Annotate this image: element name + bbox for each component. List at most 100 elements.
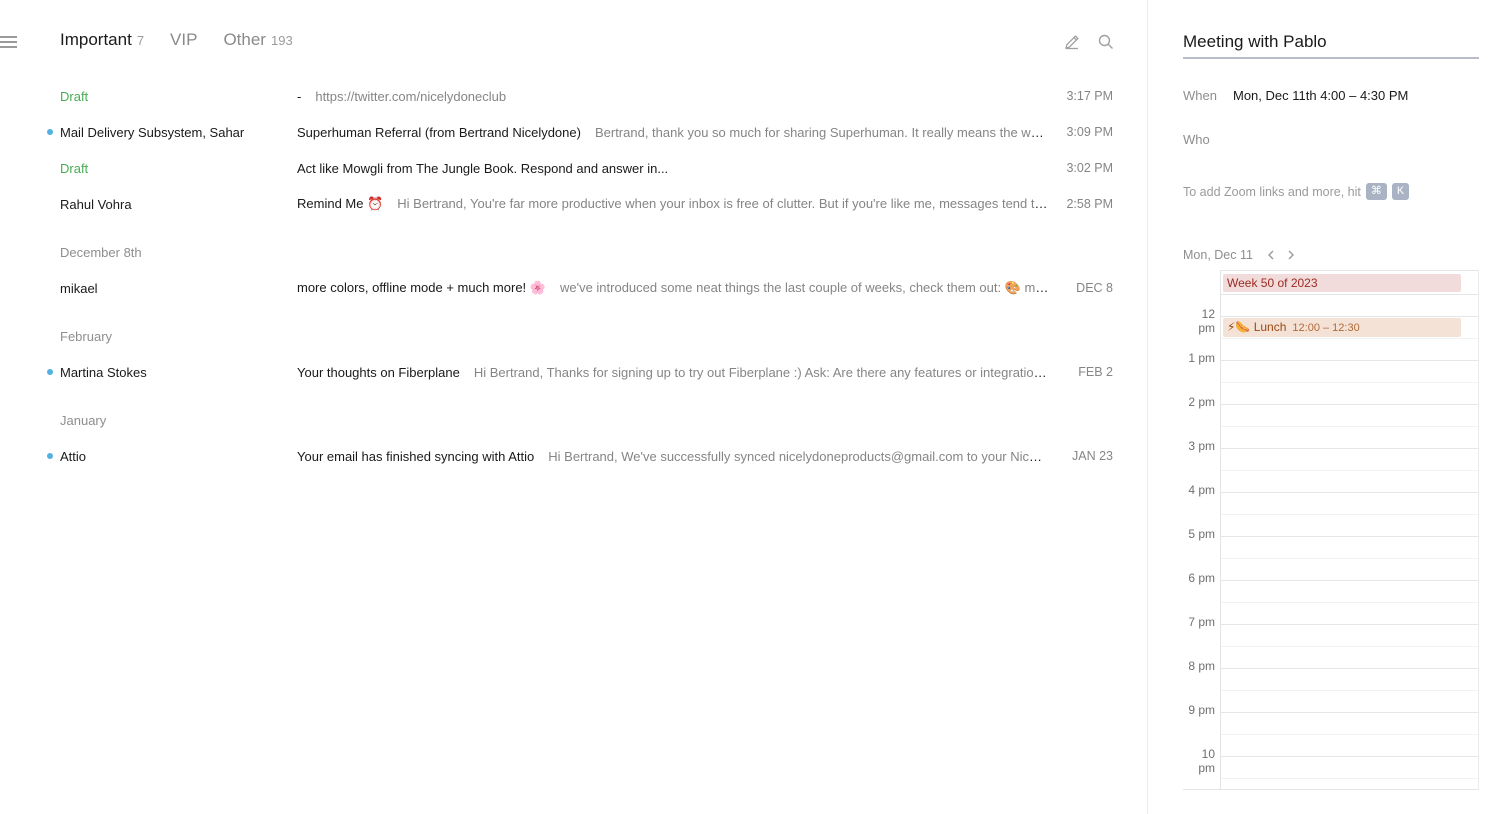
email-preview: Hi Bertrand, Thanks for signing up to tr… — [473, 364, 1049, 380]
email-time: 3:09 PM — [1066, 125, 1113, 139]
half-hour-gridline — [1221, 558, 1478, 559]
hour-gridline — [1221, 316, 1478, 317]
hour-label: 10 pm — [1198, 747, 1215, 775]
tab-vip-label: VIP — [170, 30, 198, 49]
email-row[interactable]: Attio Your email has finished syncing wit… — [0, 438, 1147, 474]
email-summary: Act like Mowgli from The Jungle Book. Re… — [297, 161, 1049, 176]
hour-gridline — [1221, 668, 1478, 669]
half-hour-gridline — [1221, 426, 1478, 427]
inbox-tabs: Important 7 VIP Other 193 — [60, 30, 319, 50]
half-hour-gridline — [1221, 690, 1478, 691]
email-row[interactable]: Rahul Vohra Remind Me ⏰ Hi Bertrand, You'r… — [0, 186, 1147, 222]
zoom-hint-text: To add Zoom links and more, hit — [1183, 184, 1361, 199]
hour-gridline — [1221, 360, 1478, 361]
half-hour-gridline — [1221, 382, 1478, 383]
hour-label: 2 pm — [1188, 395, 1215, 409]
unread-dot-icon — [47, 453, 53, 459]
hour-label: 4 pm — [1188, 483, 1215, 497]
hamburger-menu-icon[interactable] — [0, 34, 18, 50]
date-group-label: January — [60, 413, 107, 428]
tab-other-label: Other — [223, 30, 266, 49]
tab-vip[interactable]: VIP — [170, 30, 197, 50]
hour-gridline — [1221, 712, 1478, 713]
email-time: 3:17 PM — [1066, 89, 1113, 103]
hour-label: 6 pm — [1188, 571, 1215, 585]
email-time: 2:58 PM — [1066, 197, 1113, 211]
email-row[interactable]: Martina Stokes Your thoughts on Fiberplan… — [0, 354, 1147, 390]
hour-label: 3 pm — [1188, 439, 1215, 453]
unread-dot-icon — [47, 129, 53, 135]
hour-label: 7 pm — [1188, 615, 1215, 629]
email-sender: Rahul Vohra — [60, 196, 132, 212]
half-hour-gridline — [1221, 646, 1478, 647]
email-row[interactable]: mikael more colors, offline mode + much m… — [0, 270, 1147, 306]
hour-gridline — [1221, 492, 1478, 493]
hour-gridline — [1221, 448, 1478, 449]
half-hour-gridline — [1221, 602, 1478, 603]
email-subject: - — [297, 88, 302, 104]
calendar-nav — [1265, 248, 1297, 262]
allday-event[interactable]: Week 50 of 2023 — [1223, 274, 1461, 292]
hour-gridline — [1221, 624, 1478, 625]
email-sender: Draft — [60, 88, 89, 104]
email-list: Draft - https://twitter.com/nicelydoneclub… — [0, 78, 1147, 474]
lunch-event-time: 12:00 – 12:30 — [1292, 322, 1360, 334]
email-time: DEC 8 — [1076, 281, 1113, 295]
email-sender: Martina Stokes — [60, 364, 147, 380]
lunch-event[interactable]: ⚡🌭 Lunch 12:00 – 12:30 — [1223, 318, 1461, 337]
email-subject: Your thoughts on Fiberplane — [297, 364, 460, 380]
hour-gridline — [1221, 294, 1478, 295]
email-row[interactable]: Draft - https://twitter.com/nicelydoneclub… — [0, 78, 1147, 114]
half-hour-gridline — [1221, 778, 1478, 779]
meeting-title-input[interactable]: Meeting with Pablo — [1183, 32, 1479, 59]
email-preview: we've introduced some neat things the la… — [559, 280, 1049, 295]
email-row[interactable]: Draft Act like Mowgli from The Jungle Boo… — [0, 150, 1147, 186]
tab-important-label: Important — [60, 30, 132, 49]
hour-gridline — [1221, 536, 1478, 537]
email-time: JAN 23 — [1072, 449, 1113, 463]
pencil-icon[interactable] — [1063, 33, 1081, 51]
email-row[interactable]: Mail Delivery Subsystem, Sahar Superhuman… — [0, 114, 1147, 150]
email-subject: Act like Mowgli from The Jungle Book. Re… — [297, 160, 669, 176]
email-summary: Your email has finished syncing with Att… — [297, 449, 1049, 464]
when-label: When — [1183, 88, 1217, 103]
chevron-right-icon[interactable] — [1285, 248, 1297, 262]
day-calendar: 12 pm 1 pm 2 pm 3 pm 4 pm 5 pm 6 pm 7 pm 8 pm 9 p… — [1183, 270, 1479, 790]
email-preview: https://twitter.com/nicelydoneclub — [315, 88, 507, 104]
half-hour-gridline — [1221, 734, 1478, 735]
zoom-hint: To add Zoom links and more, hit ⌘ K — [1183, 183, 1410, 200]
hour-label: 5 pm — [1188, 527, 1215, 541]
tab-important[interactable]: Important 7 — [60, 30, 144, 50]
hour-gridline — [1221, 270, 1478, 271]
email-subject: Your email has finished syncing with Att… — [297, 448, 535, 464]
calendar-date: Mon, Dec 11 — [1183, 248, 1253, 262]
half-hour-gridline — [1221, 514, 1478, 515]
email-preview: Bertrand, thank you so much for sharing … — [594, 124, 1049, 140]
who-label: Who — [1183, 132, 1210, 147]
half-hour-gridline — [1221, 470, 1478, 471]
chevron-left-icon[interactable] — [1265, 248, 1277, 262]
email-sender: Attio — [60, 448, 87, 464]
half-hour-gridline — [1221, 338, 1478, 339]
email-sender: Mail Delivery Subsystem, Sahar — [60, 124, 245, 140]
email-sender: Draft — [60, 160, 89, 176]
command-key-badge: ⌘ — [1365, 183, 1387, 200]
when-value[interactable]: Mon, Dec 11th 4:00 – 4:30 PM — [1233, 88, 1408, 103]
email-preview: Hi Bertrand, You're far more productive … — [397, 196, 1049, 211]
email-subject: more colors, offline mode + much more! 🌸 — [297, 280, 546, 295]
hour-label: 9 pm — [1188, 703, 1215, 717]
tab-important-count: 7 — [136, 33, 145, 48]
search-icon[interactable] — [1097, 33, 1115, 51]
calendar-grid[interactable]: Week 50 of 2023 ⚡🌭 Lunch 12:00 – 12:30 — [1220, 270, 1479, 790]
email-summary: Your thoughts on Fiberplane Hi Bertrand, … — [297, 365, 1049, 380]
hour-gridline — [1221, 580, 1478, 581]
hour-label: 8 pm — [1188, 659, 1215, 673]
tab-other[interactable]: Other 193 — [223, 30, 292, 50]
email-summary: Remind Me ⏰ Hi Bertrand, You're far more … — [297, 196, 1049, 212]
tab-other-count: 193 — [270, 33, 293, 48]
k-key-badge: K — [1391, 183, 1410, 200]
meeting-pane: Meeting with Pablo When Mon, Dec 11th 4:… — [1147, 0, 1512, 814]
email-sender: mikael — [60, 280, 98, 296]
hour-gridline — [1221, 404, 1478, 405]
unread-dot-icon — [47, 369, 53, 375]
